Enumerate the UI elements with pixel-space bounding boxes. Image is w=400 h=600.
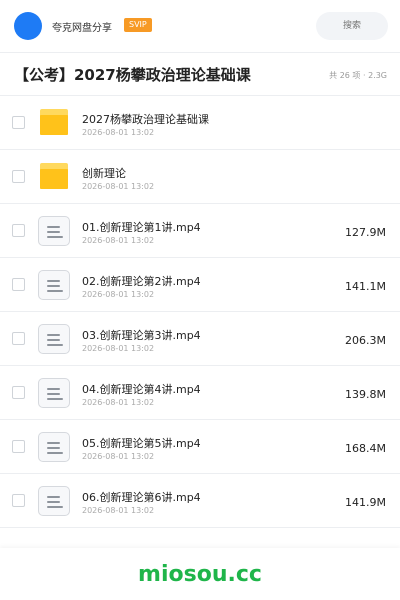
header: 夸克网盘分享 SVIP <box>0 0 400 52</box>
list-item[interactable]: 创新理论 2026-08-01 13:02 <box>0 150 400 204</box>
select-checkbox[interactable] <box>12 494 25 507</box>
list-item[interactable]: 06.创新理论第6讲.mp4 2026-08-01 13:02 141.9M <box>0 474 400 528</box>
item-name: 03.创新理论第3讲.mp4 <box>82 329 201 342</box>
video-file-icon <box>38 432 70 462</box>
item-size: 168.4M <box>345 442 386 455</box>
list-item[interactable]: 2027杨攀政治理论基础课 2026-08-01 13:02 <box>0 96 400 150</box>
folder-icon <box>40 163 68 189</box>
video-file-icon <box>38 378 70 408</box>
header-divider <box>0 52 400 53</box>
item-size: 127.9M <box>345 226 386 239</box>
select-checkbox[interactable] <box>12 278 25 291</box>
svip-badge: SVIP <box>124 18 152 32</box>
item-name: 02.创新理论第2讲.mp4 <box>82 275 201 288</box>
item-size: 206.3M <box>345 334 386 347</box>
video-file-icon <box>38 270 70 300</box>
item-name: 05.创新理论第5讲.mp4 <box>82 437 201 450</box>
select-checkbox[interactable] <box>12 224 25 237</box>
item-size: 141.9M <box>345 496 386 509</box>
list-item[interactable]: 01.创新理论第1讲.mp4 2026-08-01 13:02 127.9M <box>0 204 400 258</box>
avatar[interactable] <box>14 12 42 40</box>
brand-watermark: miosou.cc <box>138 562 262 587</box>
share-summary: 共 26 项 · 2.3G <box>329 71 387 80</box>
item-name: 创新理论 <box>82 167 126 180</box>
item-date: 2026-08-01 13:02 <box>82 398 155 407</box>
item-size: 141.1M <box>345 280 386 293</box>
item-name: 04.创新理论第4讲.mp4 <box>82 383 201 396</box>
item-name: 06.创新理论第6讲.mp4 <box>82 491 201 504</box>
select-checkbox[interactable] <box>12 116 25 129</box>
share-title: 【公考】2027杨攀政治理论基础课 <box>14 66 251 84</box>
video-file-icon <box>38 216 70 246</box>
list-item[interactable]: 04.创新理论第4讲.mp4 2026-08-01 13:02 139.8M <box>0 366 400 420</box>
item-date: 2026-08-01 13:02 <box>82 506 155 515</box>
item-date: 2026-08-01 13:02 <box>82 344 155 353</box>
select-checkbox[interactable] <box>12 440 25 453</box>
select-checkbox[interactable] <box>12 386 25 399</box>
item-date: 2026-08-01 13:02 <box>82 128 155 137</box>
item-date: 2026-08-01 13:02 <box>82 182 155 191</box>
video-file-icon <box>38 324 70 354</box>
item-name: 2027杨攀政治理论基础课 <box>82 113 209 126</box>
file-list: 2027杨攀政治理论基础课 2026-08-01 13:02 创新理论 2026… <box>0 96 400 528</box>
select-checkbox[interactable] <box>12 332 25 345</box>
list-item[interactable]: 05.创新理论第5讲.mp4 2026-08-01 13:02 168.4M <box>0 420 400 474</box>
item-size: 139.8M <box>345 388 386 401</box>
site-name: 夸克网盘分享 <box>52 23 112 34</box>
search-input[interactable] <box>316 12 388 40</box>
item-date: 2026-08-01 13:02 <box>82 290 155 299</box>
list-item[interactable]: 03.创新理论第3讲.mp4 2026-08-01 13:02 206.3M <box>0 312 400 366</box>
select-checkbox[interactable] <box>12 170 25 183</box>
item-date: 2026-08-01 13:02 <box>82 452 155 461</box>
folder-icon <box>40 109 68 135</box>
list-item[interactable]: 02.创新理论第2讲.mp4 2026-08-01 13:02 141.1M <box>0 258 400 312</box>
item-name: 01.创新理论第1讲.mp4 <box>82 221 201 234</box>
video-file-icon <box>38 486 70 516</box>
item-date: 2026-08-01 13:02 <box>82 236 155 245</box>
